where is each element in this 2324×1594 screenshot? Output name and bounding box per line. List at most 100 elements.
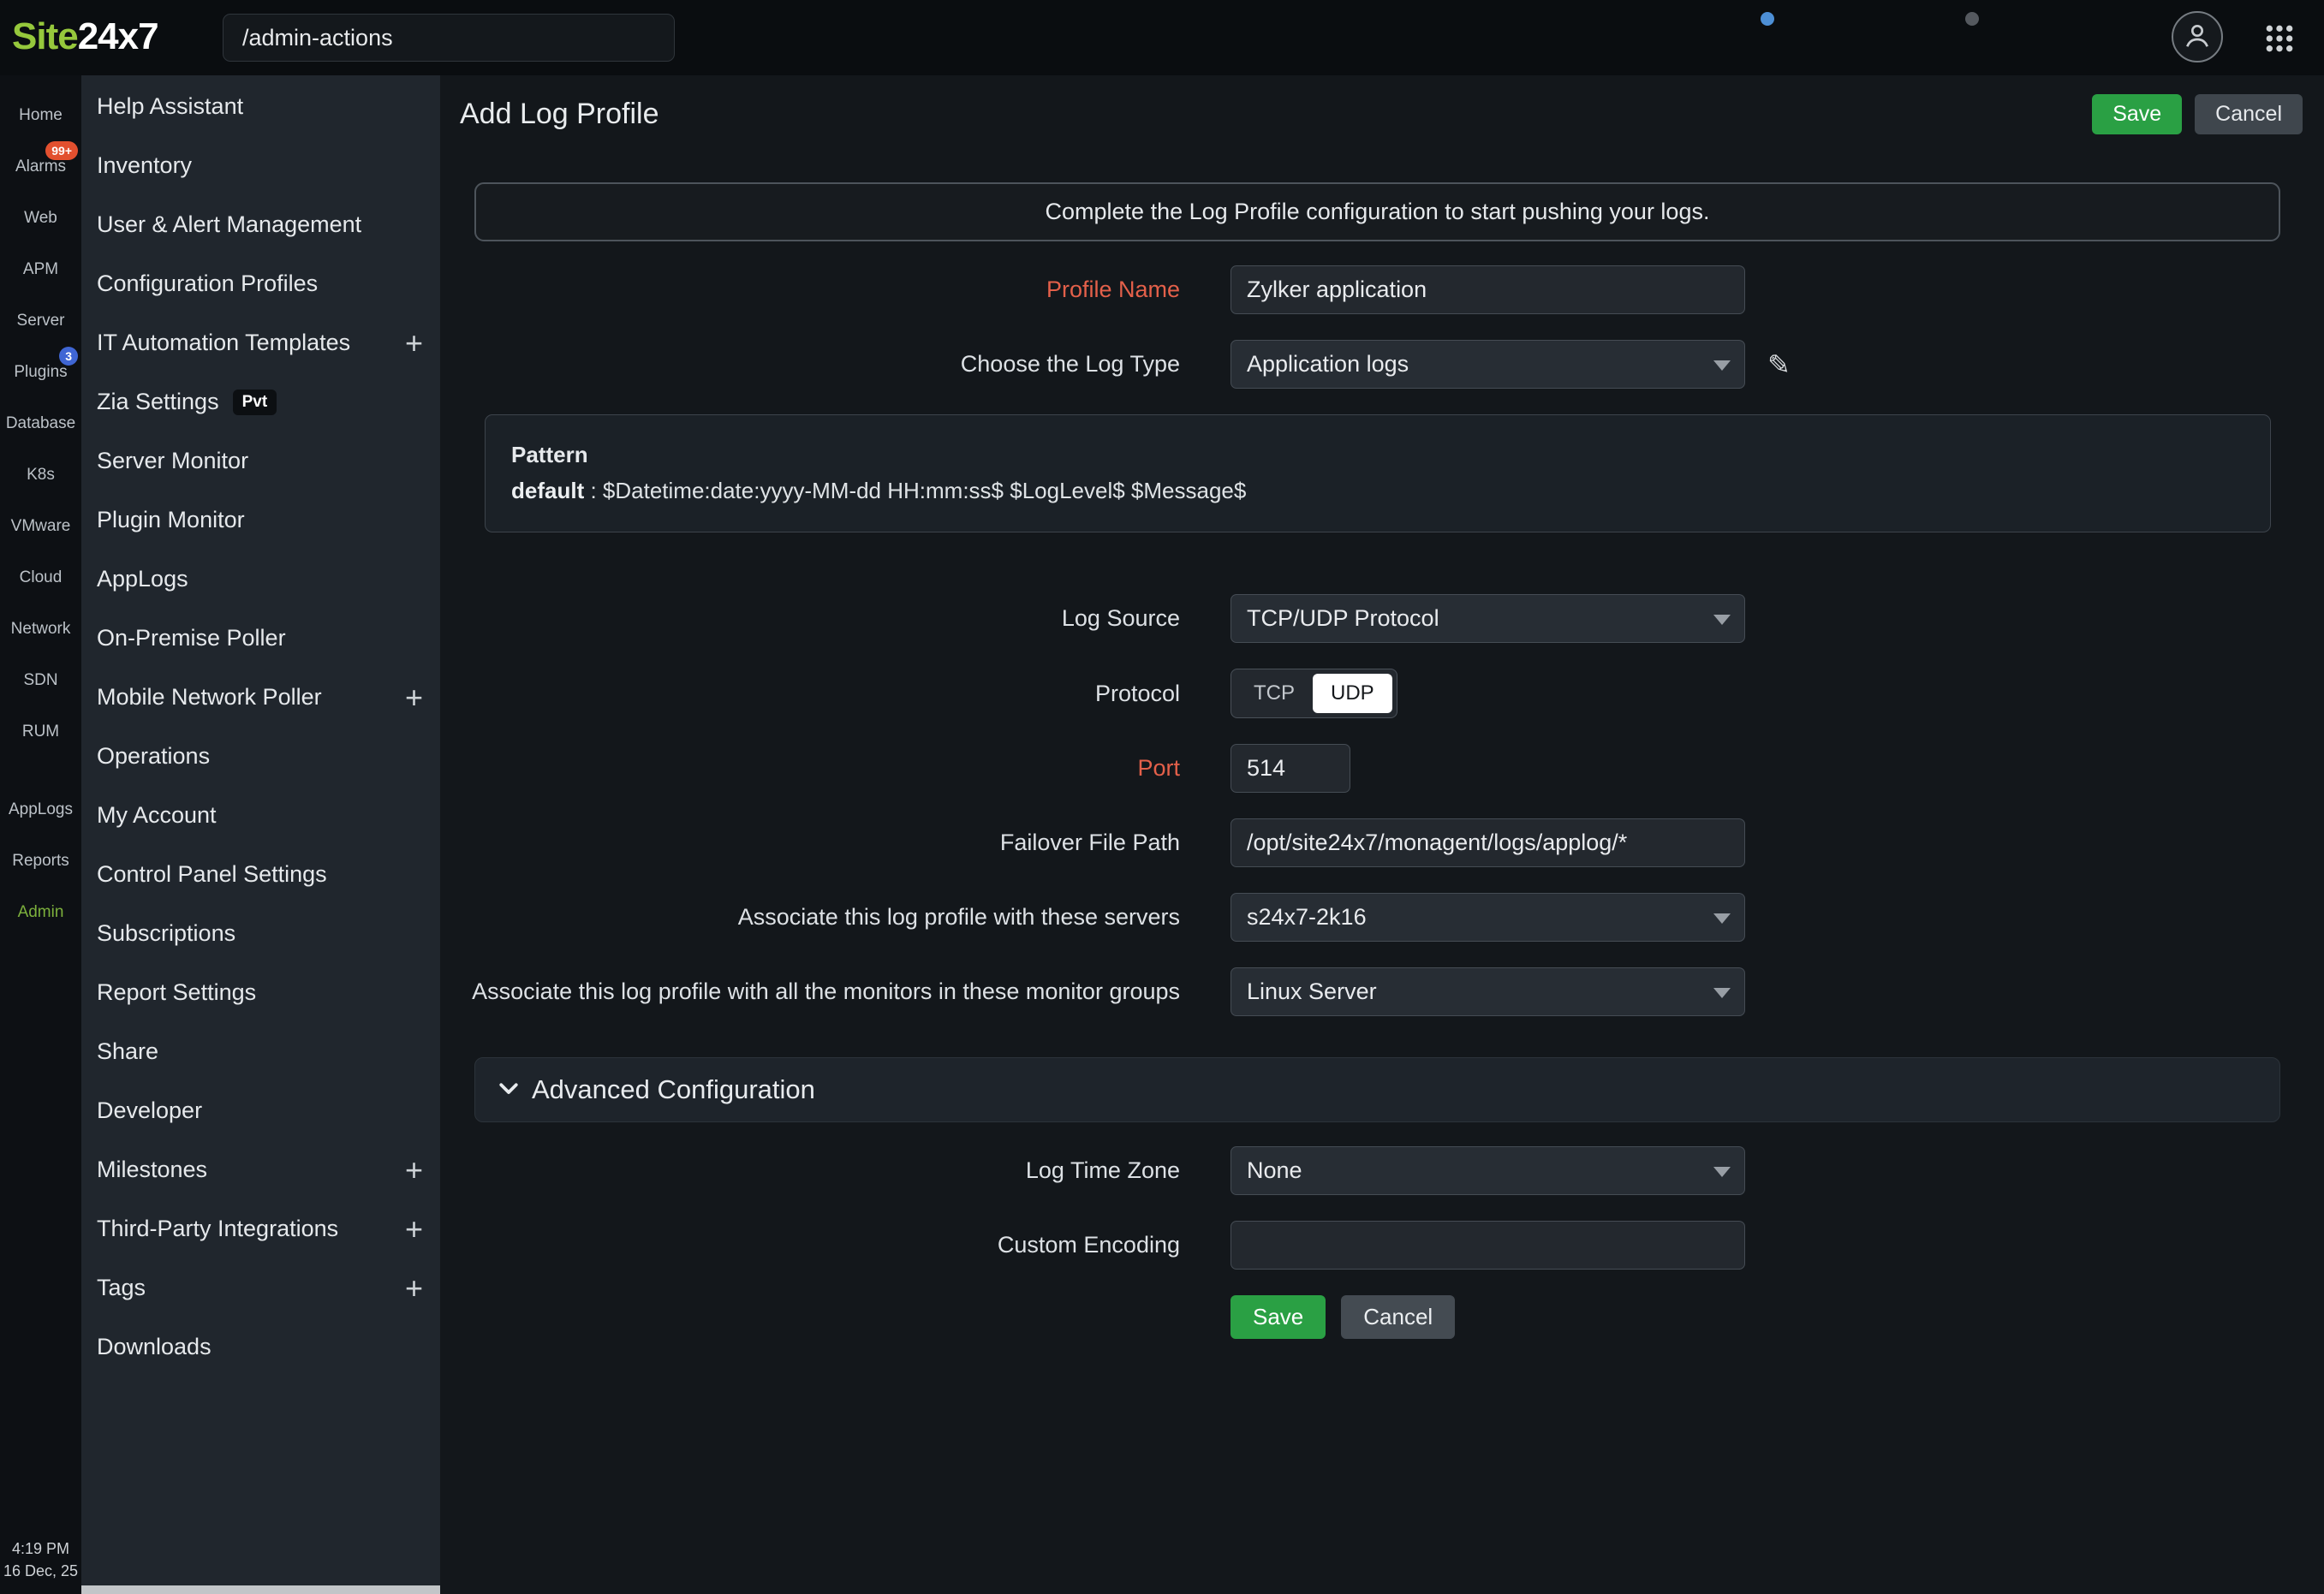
pvt-badge: Pvt <box>233 390 277 415</box>
plus-icon[interactable]: + <box>405 1214 423 1245</box>
timezone-dropdown[interactable]: None <box>1231 1146 1745 1195</box>
menu-item-plugin-monitor[interactable]: Plugin Monitor <box>81 491 440 550</box>
menu-item-operations[interactable]: Operations <box>81 727 440 786</box>
menu-label: Developer <box>97 1097 202 1124</box>
cancel-button-bottom[interactable]: Cancel <box>1341 1295 1455 1339</box>
menu-item-milestones[interactable]: Milestones+ <box>81 1140 440 1199</box>
menu-label: Control Panel Settings <box>97 861 327 888</box>
menu-item-applogs[interactable]: AppLogs <box>81 550 440 609</box>
menu-item-it-automation-templates[interactable]: IT Automation Templates+ <box>81 313 440 372</box>
info-banner-text: Complete the Log Profile configuration t… <box>1046 199 1710 225</box>
rail-item-database[interactable]: Database <box>0 398 81 449</box>
menu-item-downloads[interactable]: Downloads <box>81 1317 440 1377</box>
save-button-bottom[interactable]: Save <box>1231 1295 1326 1339</box>
menu-item-on-premise-poller[interactable]: On-Premise Poller <box>81 609 440 668</box>
rail-label: Admin <box>18 903 64 922</box>
rail-item-network[interactable]: Network <box>0 604 81 655</box>
menu-label: Downloads <box>97 1334 212 1360</box>
rail-item-cloud[interactable]: Cloud <box>0 552 81 604</box>
menu-item-help-assistant[interactable]: Help Assistant <box>81 77 440 136</box>
user-avatar[interactable] <box>2172 11 2223 62</box>
menu-item-control-panel-settings[interactable]: Control Panel Settings <box>81 845 440 904</box>
page-title: Add Log Profile <box>460 98 659 131</box>
menu-item-share[interactable]: Share <box>81 1022 440 1081</box>
rail-item-applogs[interactable]: AppLogs <box>0 784 81 836</box>
rail-clock: 4:19 PM 16 Dec, 25 <box>0 1537 81 1582</box>
search-input[interactable] <box>223 14 675 62</box>
menu-label: Help Assistant <box>97 93 243 120</box>
rail-item-vmware[interactable]: VMware <box>0 501 81 552</box>
menu-item-tags[interactable]: Tags + <box>81 1258 440 1317</box>
associate-servers-label: Associate this log profile with these se… <box>738 904 1180 931</box>
chevron-down-icon <box>1713 360 1731 371</box>
plus-icon[interactable]: + <box>405 1273 423 1304</box>
menu-label: Tags <box>97 1275 146 1301</box>
rail-item-web[interactable]: Web <box>0 193 81 244</box>
edit-log-type-icon[interactable]: ✎ <box>1767 348 1791 381</box>
rail-label: Cloud <box>20 568 63 587</box>
profile-name-label: Profile Name <box>1046 277 1180 303</box>
apps-grid-icon[interactable] <box>2262 21 2297 56</box>
timezone-value: None <box>1247 1157 1302 1184</box>
menu-item-configuration-profiles[interactable]: Configuration Profiles <box>81 254 440 313</box>
log-source-dropdown[interactable]: TCP/UDP Protocol <box>1231 594 1745 643</box>
menu-item-server-monitor[interactable]: Server Monitor <box>81 431 440 491</box>
rail-label: Network <box>11 620 71 639</box>
associate-servers-dropdown[interactable]: s24x7-2k16 <box>1231 893 1745 942</box>
failover-label: Failover File Path <box>1000 830 1180 856</box>
menu-item-subscriptions[interactable]: Subscriptions <box>81 904 440 963</box>
log-source-row: Log Source TCP/UDP Protocol <box>460 594 2324 643</box>
associate-groups-row: Associate this log profile with all the … <box>460 967 2324 1016</box>
custom-encoding-input[interactable] <box>1231 1221 1745 1270</box>
site24x7-logo[interactable]: Site24x7 <box>12 15 158 58</box>
associate-servers-row: Associate this log profile with these se… <box>460 893 2324 942</box>
logo-24x7: 24x7 <box>78 15 158 57</box>
failover-path-input[interactable] <box>1231 818 1745 867</box>
rail-item-server[interactable]: Server <box>0 295 81 347</box>
rail-item-admin[interactable]: Admin <box>0 887 81 938</box>
menu-item-zia-settings[interactable]: Zia SettingsPvt <box>81 372 440 431</box>
info-banner: Complete the Log Profile configuration t… <box>474 182 2280 241</box>
port-input[interactable] <box>1231 744 1350 793</box>
topbar: Site24x7 <box>0 0 2324 75</box>
rail-item-plugins[interactable]: Plugins 3 <box>0 347 81 398</box>
menu-item-my-account[interactable]: My Account <box>81 786 440 845</box>
save-button-top[interactable]: Save <box>2092 94 2182 134</box>
menu-item-developer[interactable]: Developer <box>81 1081 440 1140</box>
advanced-configuration-header[interactable]: Advanced Configuration <box>474 1057 2280 1122</box>
menu-item-report-settings[interactable]: Report Settings <box>81 963 440 1022</box>
plus-icon[interactable]: + <box>405 328 423 359</box>
menu-label: On-Premise Poller <box>97 625 286 651</box>
advanced-section: Log Time Zone None Custom Encoding Save … <box>440 1146 2324 1339</box>
plus-icon[interactable]: + <box>405 1155 423 1186</box>
cancel-button-top[interactable]: Cancel <box>2195 94 2303 134</box>
plus-icon[interactable]: + <box>405 682 423 713</box>
rail-item-sdn[interactable]: SDN <box>0 655 81 706</box>
rail-label: APM <box>23 260 58 279</box>
rail-item-home[interactable]: Home <box>0 90 81 141</box>
menu-item-inventory[interactable]: Inventory <box>81 136 440 195</box>
menu-label: Configuration Profiles <box>97 271 318 297</box>
menu-label: AppLogs <box>97 566 188 592</box>
log-type-dropdown[interactable]: Application logs <box>1231 340 1745 389</box>
rail-label: SDN <box>23 671 57 690</box>
protocol-option-udp[interactable]: UDP <box>1313 674 1392 713</box>
rail-item-k8s[interactable]: K8s <box>0 449 81 501</box>
rail-item-apm[interactable]: APM <box>0 244 81 295</box>
profile-name-input[interactable] <box>1231 265 1745 314</box>
menu-scrollbar[interactable] <box>81 1585 440 1594</box>
pattern-title: Pattern <box>511 439 2244 470</box>
menu-label: Subscriptions <box>97 920 235 947</box>
log-type-label: Choose the Log Type <box>961 351 1180 378</box>
rail-item-rum[interactable]: RUM <box>0 706 81 758</box>
protocol-option-tcp[interactable]: TCP <box>1236 674 1313 713</box>
log-type-value: Application logs <box>1247 351 1409 378</box>
associate-groups-dropdown[interactable]: Linux Server <box>1231 967 1745 1016</box>
associate-groups-label: Associate this log profile with all the … <box>472 978 1180 1005</box>
rail-item-reports[interactable]: Reports <box>0 836 81 887</box>
rail-item-alarms[interactable]: Alarms 99+ <box>0 141 81 193</box>
menu-item-third-party-integrations[interactable]: Third-Party Integrations+ <box>81 1199 440 1258</box>
menu-item-user-alert-management[interactable]: User & Alert Management <box>81 195 440 254</box>
menu-item-mobile-network-poller[interactable]: Mobile Network Poller+ <box>81 668 440 727</box>
port-label: Port <box>1137 755 1180 782</box>
